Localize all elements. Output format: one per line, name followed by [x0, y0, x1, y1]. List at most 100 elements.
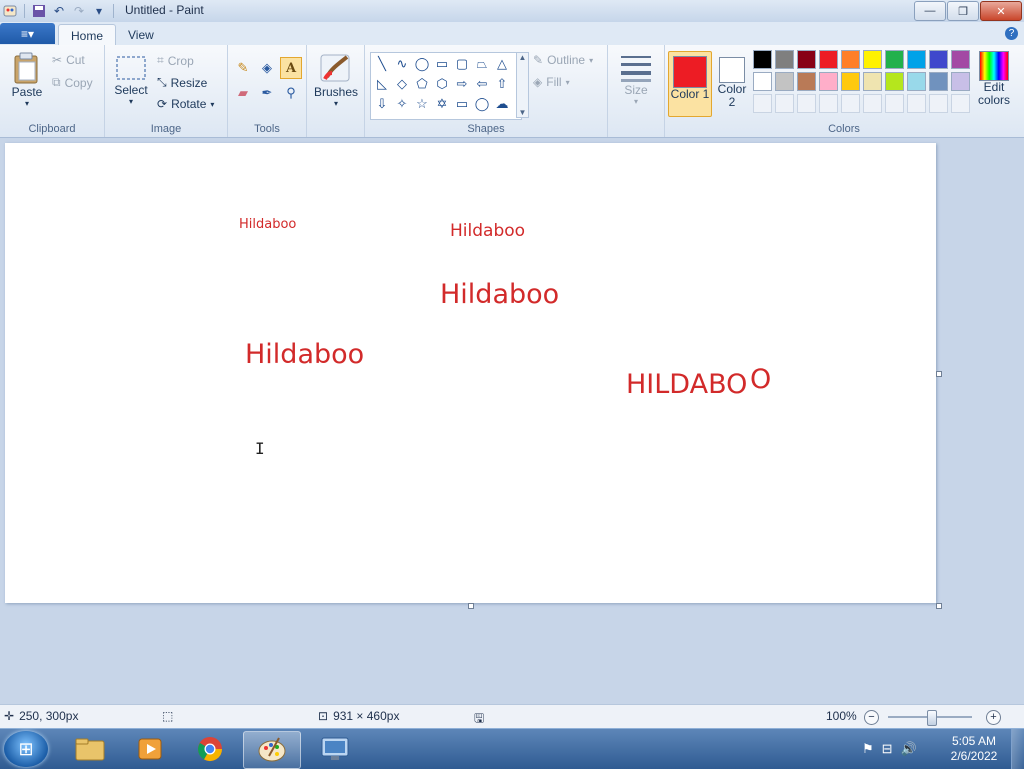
palette-swatch[interactable]: [907, 50, 926, 69]
palette-swatch[interactable]: [753, 72, 772, 91]
tab-home[interactable]: Home: [58, 24, 117, 46]
redo-icon[interactable]: ↷: [71, 3, 87, 19]
rounded-rectangle-shape-icon[interactable]: ▢: [452, 54, 472, 74]
up-arrow-shape-icon[interactable]: ⇧: [492, 74, 512, 94]
palette-swatch[interactable]: [775, 72, 794, 91]
four-point-star-shape-icon[interactable]: ✧: [392, 94, 412, 114]
custom-color-slot[interactable]: [797, 94, 816, 113]
hexagon-shape-icon[interactable]: ⬡: [432, 74, 452, 94]
paint-app-icon[interactable]: [2, 3, 18, 19]
scroll-up-icon[interactable]: ▲: [519, 53, 527, 62]
color2-button[interactable]: Color 2: [712, 51, 752, 115]
outline-button[interactable]: ✎ Outline ▾: [533, 53, 593, 67]
clock[interactable]: 5:05 AM 2/6/2022: [944, 734, 1004, 764]
palette-swatch[interactable]: [885, 50, 904, 69]
fill-icon[interactable]: ◈: [256, 57, 278, 79]
resize-handle-right[interactable]: [936, 371, 942, 377]
palette-swatch[interactable]: [841, 72, 860, 91]
pencil-icon[interactable]: ✎: [232, 57, 254, 79]
close-button[interactable]: ✕: [980, 1, 1022, 21]
left-arrow-shape-icon[interactable]: ⇦: [472, 74, 492, 94]
oval-shape-icon[interactable]: ◯: [412, 54, 432, 74]
palette-swatch[interactable]: [929, 50, 948, 69]
polygon-shape-icon[interactable]: ⏢: [472, 54, 492, 74]
eraser-icon[interactable]: ▰: [232, 82, 254, 104]
start-button[interactable]: ⊞: [4, 731, 48, 767]
file-menu-button[interactable]: ≡▾: [0, 23, 55, 44]
curve-shape-icon[interactable]: ∿: [392, 54, 412, 74]
palette-swatch[interactable]: [841, 50, 860, 69]
custom-color-slot[interactable]: [951, 94, 970, 113]
customize-toolbar-dropdown-icon[interactable]: ▾: [91, 3, 107, 19]
right-triangle-shape-icon[interactable]: ◺: [372, 74, 392, 94]
drawing-canvas[interactable]: Hildaboo Hildaboo Hildaboo Hildaboo HILD…: [5, 143, 936, 603]
custom-color-slot[interactable]: [907, 94, 926, 113]
taskbar-paint[interactable]: [243, 731, 301, 769]
cloud-callout-shape-icon[interactable]: ☁: [492, 94, 512, 114]
volume-icon[interactable]: 🔊: [901, 741, 917, 757]
resize-handle-bottom[interactable]: [468, 603, 474, 609]
custom-color-slot[interactable]: [841, 94, 860, 113]
palette-swatch[interactable]: [775, 50, 794, 69]
palette-swatch[interactable]: [863, 72, 882, 91]
five-point-star-shape-icon[interactable]: ☆: [412, 94, 432, 114]
zoom-in-button[interactable]: +: [986, 710, 1001, 725]
color1-button[interactable]: Color 1: [668, 51, 712, 117]
tab-view[interactable]: View: [116, 24, 166, 45]
scroll-down-icon[interactable]: ▼: [519, 108, 527, 117]
undo-icon[interactable]: ↶: [51, 3, 67, 19]
custom-color-slot[interactable]: [929, 94, 948, 113]
select-button[interactable]: Select ▾: [113, 55, 149, 106]
right-arrow-shape-icon[interactable]: ⇨: [452, 74, 472, 94]
show-desktop-button[interactable]: [1011, 729, 1024, 769]
rectangle-shape-icon[interactable]: ▭: [432, 54, 452, 74]
help-icon[interactable]: ?: [1005, 27, 1018, 40]
taskbar-remote-desktop[interactable]: [307, 731, 363, 767]
palette-swatch[interactable]: [885, 72, 904, 91]
palette-swatch[interactable]: [753, 50, 772, 69]
palette-swatch[interactable]: [951, 50, 970, 69]
palette-swatch[interactable]: [819, 72, 838, 91]
custom-color-slot[interactable]: [885, 94, 904, 113]
pentagon-shape-icon[interactable]: ⬠: [412, 74, 432, 94]
custom-color-slot[interactable]: [819, 94, 838, 113]
maximize-button[interactable]: ❐: [947, 1, 979, 21]
crop-button[interactable]: ⌗ Crop: [157, 53, 194, 68]
network-icon[interactable]: ⊟: [882, 741, 893, 757]
zoom-out-button[interactable]: −: [864, 710, 879, 725]
taskbar-chrome[interactable]: [182, 731, 238, 767]
cut-button[interactable]: ✂ Cut: [52, 53, 85, 67]
taskbar-media-player[interactable]: [122, 731, 178, 767]
palette-swatch[interactable]: [819, 50, 838, 69]
custom-color-slot[interactable]: [775, 94, 794, 113]
custom-color-slot[interactable]: [863, 94, 882, 113]
save-icon[interactable]: [31, 3, 47, 19]
shapes-scrollbar[interactable]: ▲ ▼: [516, 52, 529, 118]
palette-swatch[interactable]: [797, 50, 816, 69]
palette-swatch[interactable]: [951, 72, 970, 91]
palette-swatch[interactable]: [907, 72, 926, 91]
line-shape-icon[interactable]: ╲: [372, 54, 392, 74]
oval-callout-shape-icon[interactable]: ◯: [472, 94, 492, 114]
palette-swatch[interactable]: [863, 50, 882, 69]
edit-colors-button[interactable]: Edit colors: [976, 51, 1012, 107]
fill-button[interactable]: ◈ Fill ▾: [533, 75, 570, 89]
zoom-slider-thumb[interactable]: [927, 710, 937, 726]
triangle-shape-icon[interactable]: △: [492, 54, 512, 74]
minimize-button[interactable]: —: [914, 1, 946, 21]
action-center-flag-icon[interactable]: ⚑: [862, 741, 874, 757]
copy-button[interactable]: ⧉ Copy: [52, 75, 93, 90]
resize-button[interactable]: ⤡ Resize: [157, 75, 207, 90]
resize-handle-corner[interactable]: [936, 603, 942, 609]
six-point-star-shape-icon[interactable]: ✡: [432, 94, 452, 114]
rotate-button[interactable]: ⟳ Rotate ▾: [157, 97, 214, 111]
magnifier-icon[interactable]: ⚲: [280, 82, 302, 104]
diamond-shape-icon[interactable]: ◇: [392, 74, 412, 94]
palette-swatch[interactable]: [929, 72, 948, 91]
size-button[interactable]: Size ▾: [618, 53, 654, 106]
color-picker-icon[interactable]: ✒: [256, 82, 278, 104]
rounded-callout-shape-icon[interactable]: ▭: [452, 94, 472, 114]
custom-color-slot[interactable]: [753, 94, 772, 113]
paste-button[interactable]: Paste ▾: [8, 51, 46, 108]
down-arrow-shape-icon[interactable]: ⇩: [372, 94, 392, 114]
